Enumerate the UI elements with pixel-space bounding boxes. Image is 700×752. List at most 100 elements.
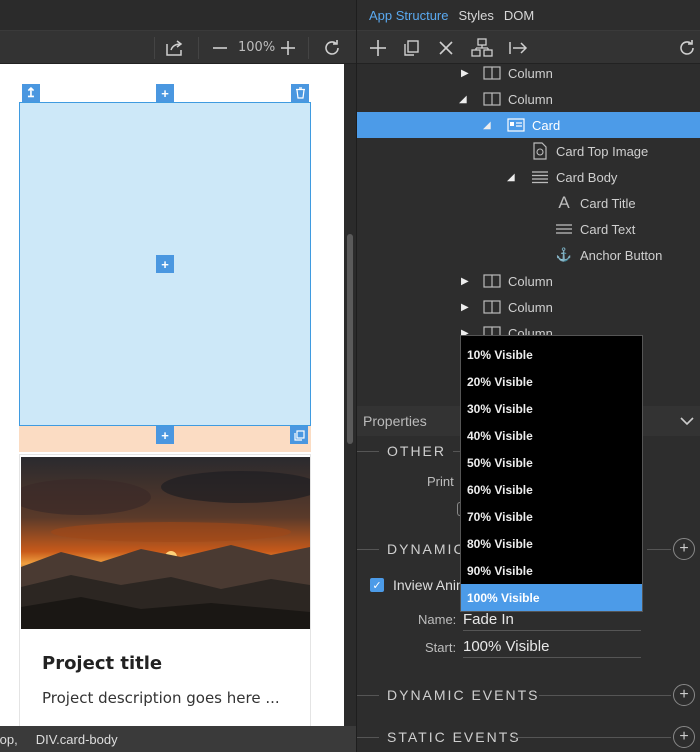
refresh-icon[interactable] — [320, 36, 344, 60]
tree-item-label: Column — [508, 273, 553, 289]
expanded-arrow-icon[interactable]: ◢ — [459, 94, 469, 105]
panel-tabs: App Structure Styles DOM — [357, 0, 700, 30]
text-a-icon: A — [558, 193, 570, 212]
tree-item-label: Column — [508, 91, 553, 107]
select-parent-icon[interactable]: ↥ — [22, 84, 40, 102]
expanded-arrow-icon[interactable]: ◢ — [483, 120, 493, 131]
dropdown-option[interactable]: 80% Visible — [461, 530, 642, 557]
add-dynamic-icon[interactable]: + — [673, 538, 695, 560]
structure-toolbar — [357, 30, 700, 64]
remove-icon[interactable] — [434, 36, 458, 60]
dropdown-option-selected[interactable]: 100% Visible — [461, 584, 642, 611]
add-inside-icon[interactable]: + — [156, 255, 174, 273]
divider — [357, 737, 379, 738]
tree-item-card-title[interactable]: A Card Title — [357, 190, 700, 216]
breadcrumb-statusbar: top, DIV.card-body — [0, 726, 356, 752]
inview-animation-checkbox[interactable]: ✓ — [370, 578, 384, 592]
start-label: Start: — [425, 640, 457, 655]
start-visibility-dropdown[interactable]: 10% Visible 20% Visible 30% Visible 40% … — [460, 335, 643, 612]
animation-name-field[interactable]: Fade In — [463, 611, 641, 631]
start-select[interactable]: 100% Visible — [463, 638, 641, 658]
expanded-arrow-icon[interactable]: ◢ — [507, 172, 517, 183]
tree-item-label: Anchor Button — [580, 247, 663, 263]
canvas-scrollbar[interactable] — [344, 64, 356, 726]
divider — [515, 737, 671, 738]
dropdown-option[interactable]: 90% Visible — [461, 557, 642, 584]
structure-tree-icon[interactable] — [470, 36, 494, 60]
share-icon[interactable] — [162, 36, 186, 60]
toolbar-separator — [198, 37, 199, 59]
tree-item-column[interactable]: ▶ Column — [357, 60, 700, 86]
section-title: DYNAMIC EVENTS — [387, 687, 540, 703]
add-above-icon[interactable]: + — [156, 84, 174, 102]
app-structure-tree: ▶ Column ◢ Column ◢ Card Card Top Image … — [357, 60, 700, 340]
selected-column-box[interactable]: + — [19, 102, 311, 426]
collapsed-arrow-icon[interactable]: ▶ — [461, 276, 471, 287]
toolbar-separator — [308, 37, 309, 59]
tree-item-column[interactable]: ▶ Column — [357, 294, 700, 320]
tree-item-label: Column — [508, 65, 553, 81]
delete-icon[interactable] — [291, 84, 309, 102]
tree-item-card-text[interactable]: Card Text — [357, 216, 700, 242]
zoom-out-icon[interactable] — [208, 36, 232, 60]
name-label: Name: — [418, 612, 457, 627]
move-to-icon[interactable] — [506, 36, 530, 60]
tree-item-label: Card Top Image — [556, 143, 649, 159]
tab-dom[interactable]: DOM — [504, 8, 534, 23]
tree-item-anchor-button[interactable]: ⚓ Anchor Button — [357, 242, 700, 268]
refresh-icon[interactable] — [675, 36, 699, 60]
dropdown-option[interactable]: 50% Visible — [461, 449, 642, 476]
design-canvas[interactable]: ↥ + + + Project title Project descriptio… — [0, 64, 344, 726]
card-body-text: Project description goes here ... — [42, 689, 280, 707]
body-lines-icon — [531, 169, 549, 185]
zoom-level: 100% — [238, 40, 276, 55]
divider — [357, 549, 379, 550]
section-title: OTHER — [387, 443, 446, 459]
dropdown-option[interactable]: 60% Visible — [461, 476, 642, 503]
text-lines-icon — [555, 221, 573, 237]
left-top-bar — [0, 0, 356, 30]
divider — [357, 695, 379, 696]
image-icon — [531, 142, 549, 160]
tree-item-column[interactable]: ◢ Column — [357, 86, 700, 112]
card-icon — [507, 117, 525, 133]
dropdown-option[interactable]: 10% Visible — [461, 341, 642, 368]
tree-item-label: Column — [508, 299, 553, 315]
card-title-text: Project title — [42, 653, 163, 674]
dropdown-option[interactable]: 20% Visible — [461, 368, 642, 395]
tree-item-card[interactable]: ◢ Card — [357, 112, 700, 138]
column-icon — [483, 91, 501, 107]
dropdown-option[interactable]: 70% Visible — [461, 503, 642, 530]
breadcrumb-item[interactable]: top, — [0, 732, 18, 747]
tree-item-column[interactable]: ▶ Column — [357, 268, 700, 294]
section-static-events: STATIC EVENTS + — [357, 726, 700, 748]
dropdown-option[interactable]: 40% Visible — [461, 422, 642, 449]
collapsed-arrow-icon[interactable]: ▶ — [461, 302, 471, 313]
divider — [539, 695, 671, 696]
section-title: STATIC EVENTS — [387, 729, 521, 745]
column-icon — [483, 273, 501, 289]
toolbar-separator — [154, 37, 155, 59]
tab-styles[interactable]: Styles — [459, 8, 494, 23]
duplicate-icon[interactable] — [290, 426, 308, 444]
add-dynamic-event-icon[interactable]: + — [673, 684, 695, 706]
copy-icon[interactable] — [399, 36, 423, 60]
card-preview[interactable]: Project title Project description goes h… — [19, 454, 311, 726]
tree-item-card-body[interactable]: ◢ Card Body — [357, 164, 700, 190]
dropdown-option[interactable]: 30% Visible — [461, 395, 642, 422]
add-icon[interactable] — [366, 36, 390, 60]
card-top-image — [21, 457, 310, 629]
chevron-down-icon[interactable] — [679, 414, 695, 430]
breadcrumb-item[interactable]: DIV.card-body — [36, 732, 118, 747]
tree-item-label: Card — [532, 117, 561, 133]
collapsed-arrow-icon[interactable]: ▶ — [461, 68, 471, 79]
scrollbar-thumb[interactable] — [347, 234, 353, 444]
properties-title: Properties — [363, 413, 427, 429]
tree-item-card-top-image[interactable]: Card Top Image — [357, 138, 700, 164]
column-icon — [483, 65, 501, 81]
zoom-in-icon[interactable] — [276, 36, 300, 60]
tab-app-structure[interactable]: App Structure — [369, 8, 449, 23]
add-static-event-icon[interactable]: + — [673, 726, 695, 748]
add-below-icon[interactable]: + — [156, 426, 174, 444]
inview-animation-label: Inview Animation — [393, 577, 461, 593]
